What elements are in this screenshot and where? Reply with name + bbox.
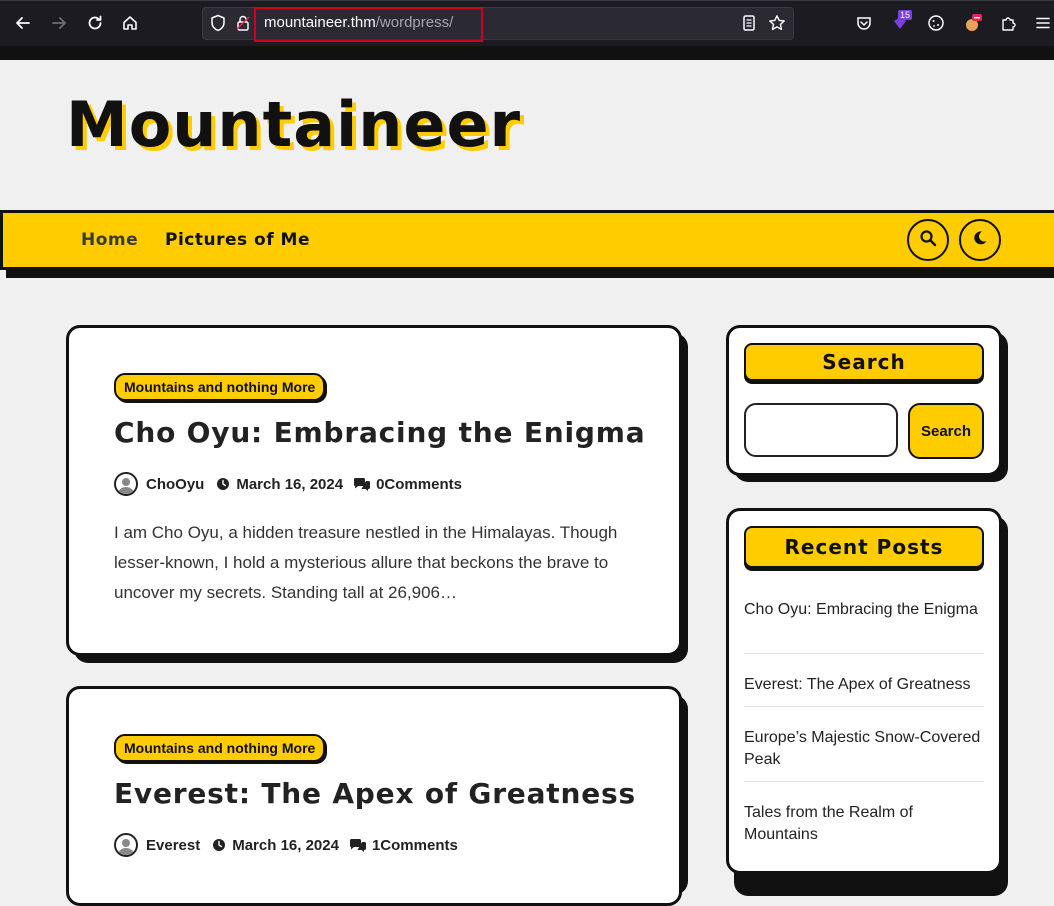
dark-mode-toggle-button[interactable] [959,219,1001,261]
back-icon[interactable] [12,12,34,34]
recent-post-link[interactable]: Tales from the Realm of Mountains [744,802,984,846]
post-meta: Everest March 16, 2024 1Comments [114,833,458,857]
recent-post-divider [744,706,984,707]
moon-icon [972,230,988,250]
reload-icon[interactable] [84,12,106,34]
post-category-badge[interactable]: Mountains and nothing More [114,373,326,401]
comments-icon [353,477,371,491]
post-meta: ChoOyu March 16, 2024 0Comments [114,472,462,496]
post-date[interactable]: March 16, 2024 [236,476,343,493]
forward-icon[interactable] [48,12,70,34]
post-comments[interactable]: 1Comments [372,837,458,854]
post-excerpt: I am Cho Oyu, a hidden treasure nestled … [114,523,618,602]
home-icon[interactable] [119,12,141,34]
search-input[interactable] [744,403,898,457]
clock-icon [212,838,226,852]
search-widget-title: Search [744,343,984,381]
search-toggle-button[interactable] [907,219,949,261]
author-avatar-icon[interactable] [114,472,138,496]
nav-link-home[interactable]: Home [81,230,138,250]
post-comments[interactable]: 0Comments [376,476,462,493]
url-highlight-box [254,7,483,42]
post-author[interactable]: ChoOyu [146,476,204,493]
post-title[interactable]: Everest: The Apex of Greatness [114,777,636,810]
pocket-icon[interactable] [853,12,875,34]
recent-post-link[interactable]: Everest: The Apex of Greatness [744,674,984,696]
author-avatar-icon[interactable] [114,833,138,857]
recent-post-link[interactable]: Europe’s Majestic Snow-Covered Peak [744,727,984,771]
main-navbar [0,210,1054,270]
site-title[interactable]: Mountaineer [66,88,521,161]
post-date[interactable]: March 16, 2024 [232,837,339,854]
comments-icon [349,838,367,852]
nav-link-pictures-of-me[interactable]: Pictures of Me [165,230,310,250]
recent-post-divider [744,781,984,782]
extensions-puzzle-icon[interactable] [997,12,1019,34]
reader-view-icon[interactable] [738,12,760,34]
clock-icon [216,477,230,491]
cookie-icon[interactable] [925,12,947,34]
recent-post-divider [744,653,984,654]
extension-icon-cat[interactable] [961,12,983,34]
post-category-badge[interactable]: Mountains and nothing More [114,734,326,762]
menu-icon[interactable] [1032,12,1054,34]
shield-icon[interactable] [207,12,229,34]
tab-strip-edge [0,0,1054,1]
search-icon [919,229,937,251]
bookmark-star-icon[interactable] [766,12,788,34]
extension-badge-count: 15 [898,10,913,20]
lock-icon[interactable] [232,12,254,34]
search-button[interactable]: Search [908,403,984,459]
browser-bottom-border [0,46,1054,60]
post-author[interactable]: Everest [146,837,200,854]
recent-post-link[interactable]: Cho Oyu: Embracing the Enigma [744,599,984,621]
recent-posts-title: Recent Posts [744,526,984,568]
post-title[interactable]: Cho Oyu: Embracing the Enigma [114,416,645,449]
